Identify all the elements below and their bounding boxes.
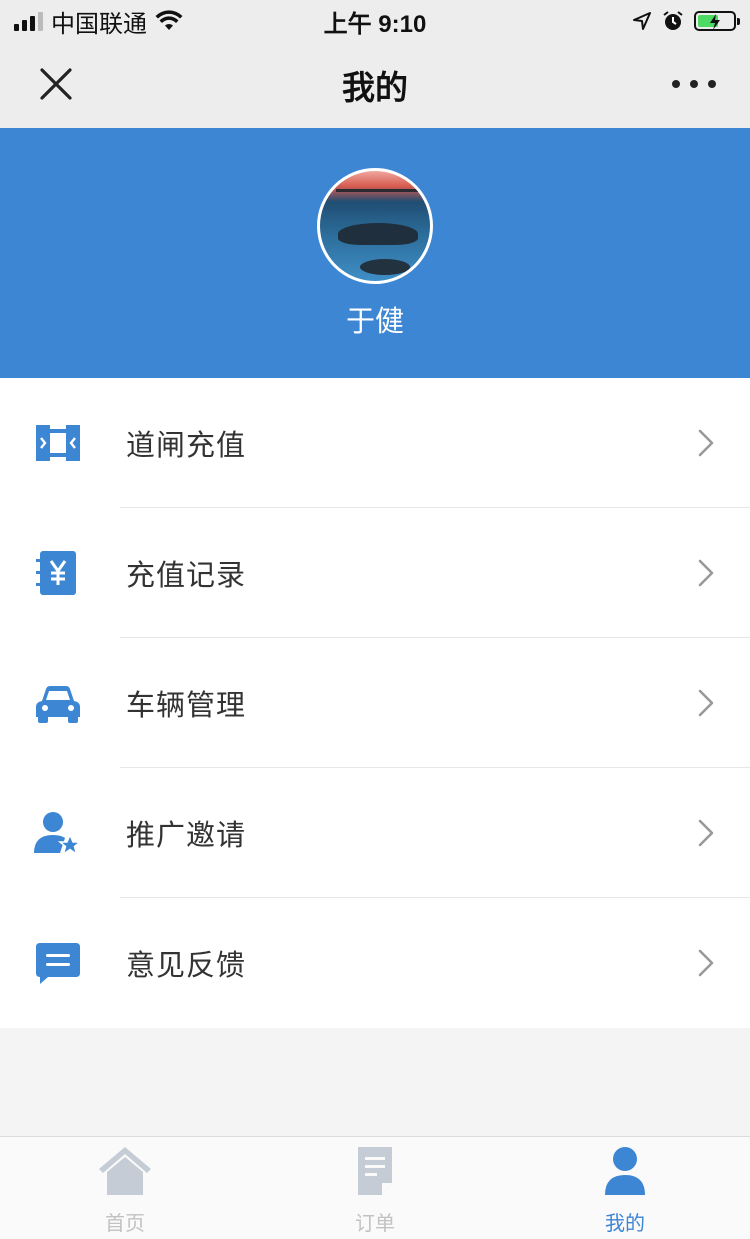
user-icon bbox=[605, 1147, 645, 1195]
menu-item-label: 推广邀请 bbox=[126, 820, 247, 852]
tab-orders[interactable]: 订单 bbox=[250, 1137, 500, 1239]
close-button[interactable] bbox=[36, 64, 76, 104]
gate-icon bbox=[36, 425, 80, 461]
tab-label: 订单 bbox=[355, 1213, 395, 1235]
more-icon bbox=[672, 80, 680, 88]
more-button[interactable] bbox=[672, 72, 716, 96]
profile-header: 于健 bbox=[0, 128, 750, 378]
wifi-icon bbox=[155, 10, 183, 30]
tab-home[interactable]: 首页 bbox=[0, 1137, 250, 1239]
menu-item-vehicle-management[interactable]: 车辆管理 bbox=[0, 638, 750, 768]
order-icon bbox=[358, 1147, 392, 1195]
tab-mine[interactable]: 我的 bbox=[500, 1137, 750, 1239]
menu-item-label: 车辆管理 bbox=[126, 690, 247, 722]
alarm-clock-icon bbox=[663, 11, 683, 30]
nav-bar: 我的 bbox=[0, 42, 750, 128]
car-icon bbox=[36, 686, 80, 723]
avatar[interactable] bbox=[317, 168, 433, 284]
chevron-right-icon bbox=[698, 819, 714, 847]
user-name: 于健 bbox=[345, 306, 404, 338]
page-title: 我的 bbox=[342, 69, 408, 106]
menu-item-label: 意见反馈 bbox=[126, 950, 247, 982]
status-bar: 中国联通 上午 9:10 bbox=[0, 0, 750, 42]
cellular-signal-icon bbox=[14, 11, 43, 31]
close-icon bbox=[40, 68, 72, 100]
menu-list: 道闸充值 充值记录 车辆管理 推广邀请 意见反馈 bbox=[0, 378, 750, 1028]
status-left: 中国联通 bbox=[14, 4, 183, 39]
chat-bubble-icon bbox=[36, 943, 80, 984]
location-arrow-icon bbox=[633, 12, 651, 30]
menu-item-label: 充值记录 bbox=[126, 560, 247, 592]
status-right bbox=[632, 10, 740, 32]
tab-label: 首页 bbox=[105, 1213, 145, 1235]
menu-item-label: 道闸充值 bbox=[126, 430, 247, 462]
tab-bar: 首页 订单 我的 bbox=[0, 1136, 750, 1239]
chevron-right-icon bbox=[698, 949, 714, 977]
menu-item-recharge-record[interactable]: 充值记录 bbox=[0, 508, 750, 638]
tab-label: 我的 bbox=[605, 1213, 645, 1235]
yuan-record-icon bbox=[36, 551, 76, 595]
menu-item-gate-recharge[interactable]: 道闸充值 bbox=[0, 378, 750, 508]
home-icon bbox=[99, 1147, 151, 1195]
menu-item-feedback[interactable]: 意见反馈 bbox=[0, 898, 750, 1028]
menu-item-promotion-invite[interactable]: 推广邀请 bbox=[0, 768, 750, 898]
chevron-right-icon bbox=[698, 559, 714, 587]
user-star-icon bbox=[34, 812, 82, 855]
battery-icon bbox=[694, 11, 740, 31]
carrier-name: 中国联通 bbox=[51, 10, 147, 38]
chevron-right-icon bbox=[698, 689, 714, 717]
chevron-right-icon bbox=[698, 429, 714, 457]
